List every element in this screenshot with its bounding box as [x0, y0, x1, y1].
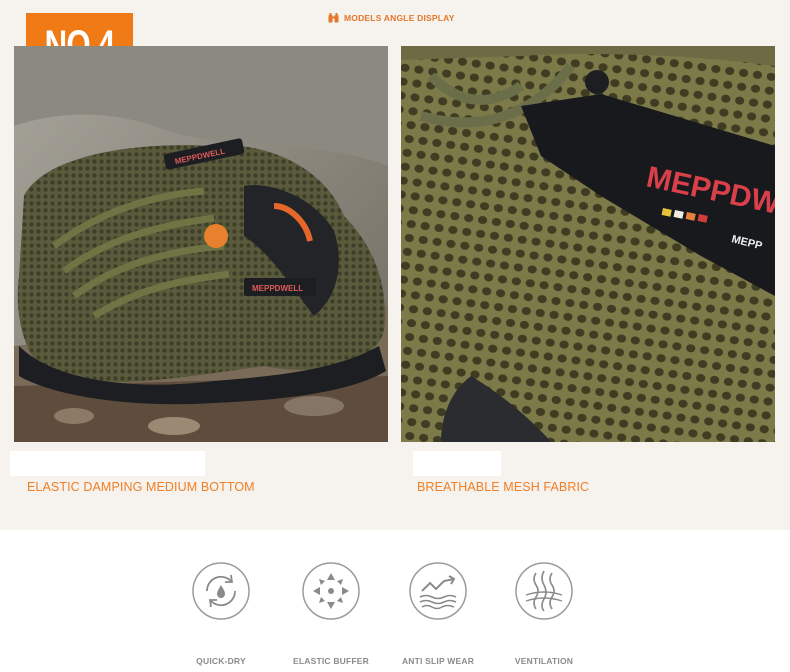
feature-label: ELASTIC BUFFER [293, 656, 369, 666]
binoculars-icon [328, 13, 339, 23]
side-brand-label: MEPPDWELL [252, 284, 303, 293]
ventilation-icon [515, 562, 573, 620]
feature-label: ANTI SLIP WEAR [401, 656, 475, 666]
feature-label: VENTILATION [514, 656, 574, 666]
feature-caption-left: ELASTIC DAMPING MEDIUM BOTTOM [27, 480, 255, 494]
feature-quick-dry: QUICK-DRY [166, 561, 276, 666]
feature-ventilation: VENTILATION [489, 561, 599, 666]
feature-anti-slip-wear: ANTI SLIP WEAR [383, 561, 493, 666]
mesh-closeup-photo: MEPPDWELL MEPP [401, 46, 775, 442]
feature-caption-right: BREATHABLE MESH FABRIC [417, 480, 590, 494]
feature-elastic-buffer: ELASTIC BUFFER [276, 561, 386, 666]
elastic-buffer-icon [302, 562, 360, 620]
quick-dry-icon [192, 562, 250, 620]
anti-slip-icon [409, 562, 467, 620]
feature-label: QUICK-DRY [196, 656, 246, 666]
caption-backdrop [413, 451, 501, 476]
caption-backdrop [10, 451, 205, 476]
section-header: MODELS ANGLE DISPLAY [328, 11, 455, 25]
feature-icons-row: QUICK-DRY ELASTIC BUFFER ANTI SLIP WEAR [0, 561, 790, 672]
shoe-side-photo: MEPPDWELL MEPPDWELL [14, 46, 388, 442]
section-title: MODELS ANGLE DISPLAY [344, 13, 455, 23]
